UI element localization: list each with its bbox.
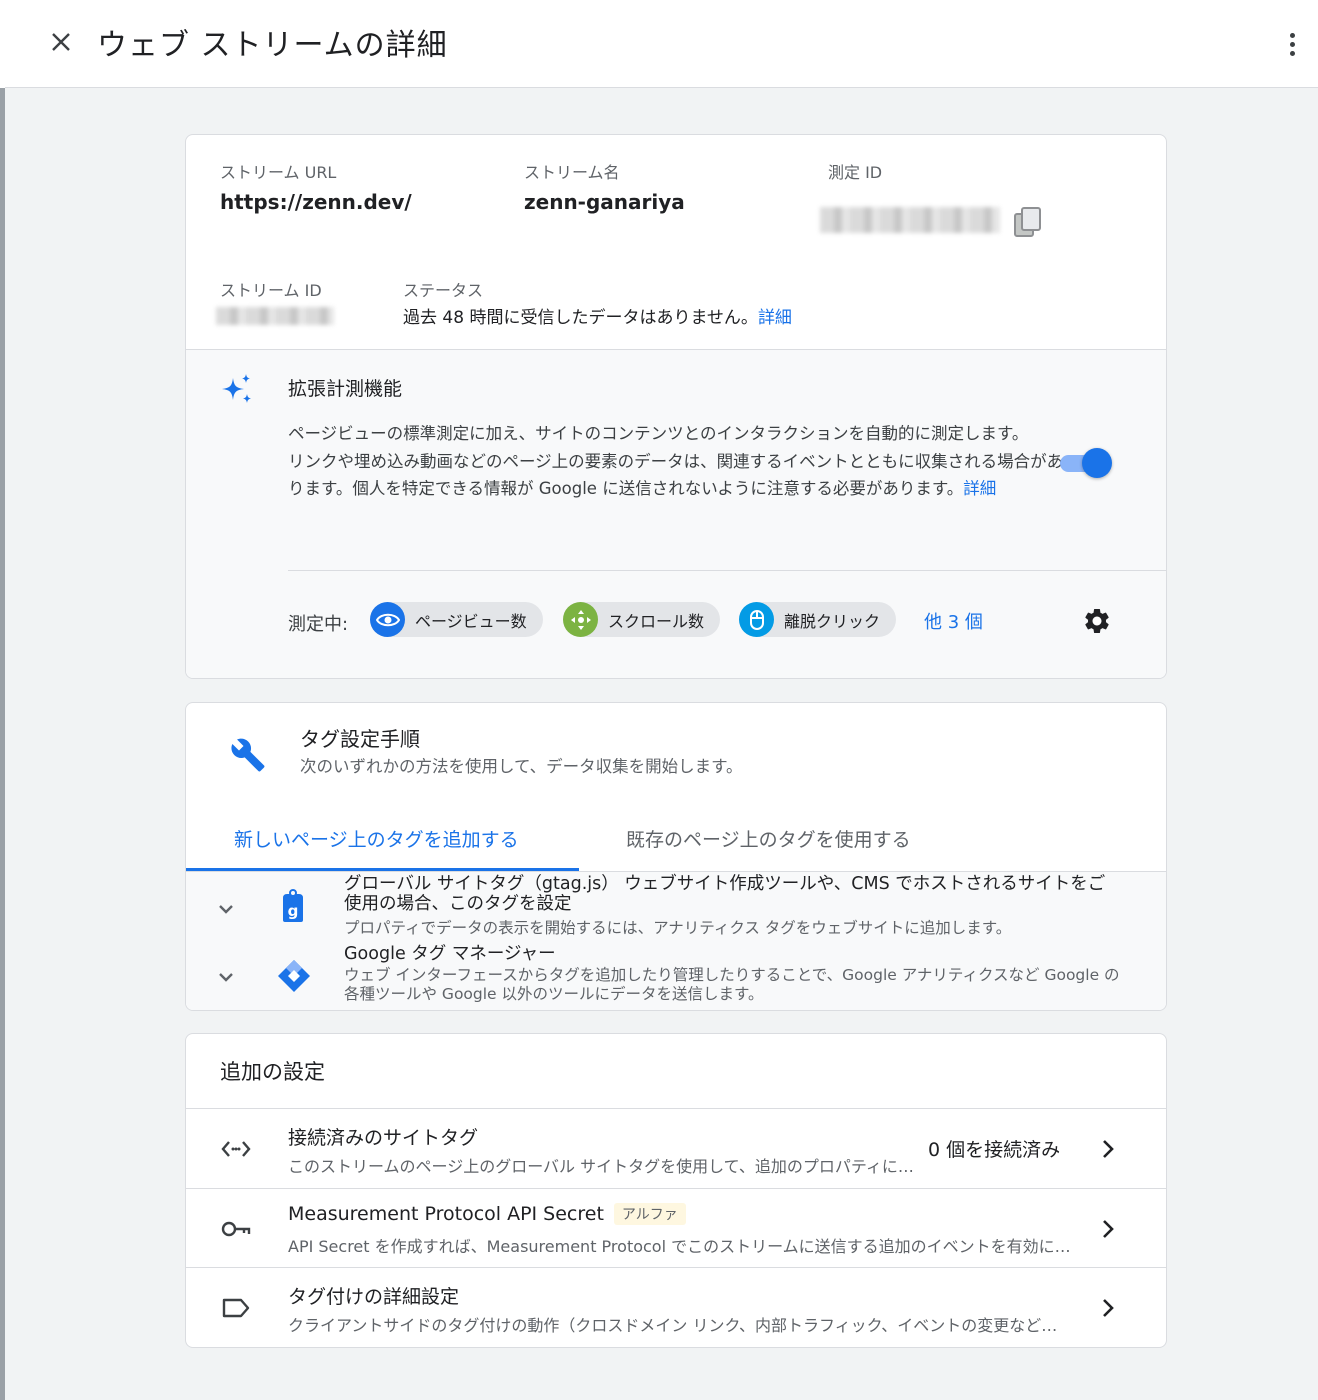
eye-icon [370,602,405,637]
enhanced-desc-line2: リンクや埋め込み動画などのページ上の要素のデータは、関連するイベントとともに収集… [288,451,1064,499]
stream-details-card: ストリーム URL https://zenn.dev/ ストリーム名 zenn-… [185,134,1167,679]
status-message: 過去 48 時間に受信したデータはありません。 [403,308,758,328]
status-text: 過去 48 時間に受信したデータはありません。詳細 [403,303,792,328]
key-icon [221,1221,251,1237]
enhanced-measurement-toggle[interactable] [1058,448,1112,478]
more-events-link[interactable]: 他 3 個 [924,608,983,634]
chevron-down-icon[interactable] [216,902,236,916]
enhanced-measurement-title: 拡張計測機能 [288,378,403,400]
enhanced-desc-line1: ページビューの標準測定に加え、サイトのコンテンツとのインタラクションを自動的に測… [288,424,1029,443]
tab-use-existing-tag[interactable]: 既存のページ上のタグを使用する [626,825,911,852]
row-description: このストリームのページ上のグローバル サイトタグを使用して、追加のプロパティにデ… [288,1157,924,1176]
gtag-icon: g [283,889,303,922]
enhanced-details-link[interactable]: 詳細 [963,479,996,498]
row-title: 接続済みのサイトタグ [288,1123,478,1150]
label-icon [222,1298,250,1318]
wrench-icon [231,738,265,772]
stream-name-label: ストリーム名 [524,163,620,182]
measurement-id-label: 測定 ID [828,163,883,182]
toggle-knob [1082,448,1112,478]
method-gtag-title: グローバル サイトタグ（gtag.js） ウェブサイト作成ツールや、CMS でホ… [344,874,1106,914]
tagging-subtitle: 次のいずれかの方法を使用して、データ収集を開始します。 [300,757,743,776]
chip-outbound-clicks[interactable]: 離脱クリック [739,602,897,637]
stream-id-redacted [216,307,334,325]
row-measurement-protocol[interactable]: Measurement Protocol API Secret アルファ API… [186,1188,1166,1268]
scroll-icon [563,602,598,637]
copy-icon[interactable] [1012,205,1044,239]
chip-scrolls[interactable]: スクロール数 [563,602,721,637]
page-title: ウェブ ストリームの詳細 [97,28,448,63]
additional-settings-title: 追加の設定 [220,1060,325,1084]
chevron-right-icon [1103,1220,1114,1238]
chip-page-views[interactable]: ページビュー数 [370,602,543,637]
row-title: タグ付けの詳細設定 [288,1282,459,1309]
row-title-text: タグ付けの詳細設定 [288,1286,460,1308]
enhanced-measurement-section: 拡張計測機能 ページビューの標準測定に加え、サイトのコンテンツとのインタラクショ… [186,349,1166,678]
connected-count: 0 個を接続済み [928,1139,1061,1161]
stream-url-label: ストリーム URL [220,163,337,182]
stream-name-value: zenn-ganariya [524,190,685,214]
stream-id-label: ストリーム ID [220,281,322,300]
method-gtag[interactable]: g グローバル サイトタグ（gtag.js） ウェブサイト作成ツールや、CMS … [186,872,1166,940]
tagging-instructions-card: タグ設定手順 次のいずれかの方法を使用して、データ収集を開始します。 新しいペー… [185,702,1167,1011]
chip-label: スクロール数 [608,611,705,631]
method-gtm-title: Google タグ マネージャー [344,944,556,964]
measurement-id-redacted [820,207,1000,233]
more-vert-icon [1289,32,1295,38]
mouse-icon [739,602,774,637]
enhanced-measurement-description: ページビューの標準測定に加え、サイトのコンテンツとのインタラクションを自動的に測… [288,420,1068,503]
code-icon [221,1141,251,1157]
tagging-title: タグ設定手順 [300,727,420,751]
tab-add-new-tag[interactable]: 新しいページ上のタグを追加する [234,825,519,852]
close-button[interactable] [45,26,77,58]
enhanced-divider [288,570,1166,571]
chip-label: ページビュー数 [415,611,527,631]
chip-label: 離脱クリック [784,611,881,631]
install-methods-list: g グローバル サイトタグ（gtag.js） ウェブサイト作成ツールや、CMS … [186,872,1166,1010]
chevron-right-icon [1103,1299,1114,1317]
panel-header: ウェブ ストリームの詳細 [5,0,1318,88]
stream-url-value: https://zenn.dev/ [220,190,412,214]
chevron-right-icon [1103,1140,1114,1158]
chevron-down-icon[interactable] [216,970,236,984]
sparkle-icon [222,374,251,403]
more-options-button[interactable] [1280,26,1304,62]
row-title-text: 接続済みのサイトタグ [288,1127,479,1149]
gear-icon[interactable] [1082,606,1112,636]
measuring-label: 測定中: [288,614,349,635]
row-title: Measurement Protocol API Secret アルファ [288,1203,686,1225]
row-description: API Secret を作成すれば、Measurement Protocol で… [288,1237,1078,1256]
alpha-badge: アルファ [613,1203,686,1225]
close-icon [52,33,70,51]
row-connected-site-tags[interactable]: 接続済みのサイトタグ このストリームのページ上のグローバル サイトタグを使用して… [186,1108,1166,1188]
status-label: ステータス [403,281,484,300]
row-title-text: Measurement Protocol API Secret [288,1203,604,1225]
background-window-edge [0,0,5,1400]
method-gtm-description: ウェブ インターフェースからタグを追加したり管理したりすることで、Google … [344,966,1120,1003]
method-gtm[interactable]: Google タグ マネージャー ウェブ インターフェースからタグを追加したり管… [186,942,1166,1010]
status-details-link[interactable]: 詳細 [758,308,792,328]
additional-settings-card: 追加の設定 接続済みのサイトタグ このストリームのページ上のグローバル サイトタ… [185,1033,1167,1348]
svg-text:g: g [288,902,299,920]
row-advanced-tagging[interactable]: タグ付けの詳細設定 クライアントサイドのタグ付けの動作（クロスドメイン リンク、… [186,1267,1166,1347]
tag-manager-icon [278,960,310,992]
method-gtag-description: プロパティでデータの表示を開始するには、アナリティクス タグをウェブサイトに追加… [344,919,1012,937]
row-description: クライアントサイドのタグ付けの動作（クロスドメイン リンク、内部トラフィック、イ… [288,1316,1068,1335]
